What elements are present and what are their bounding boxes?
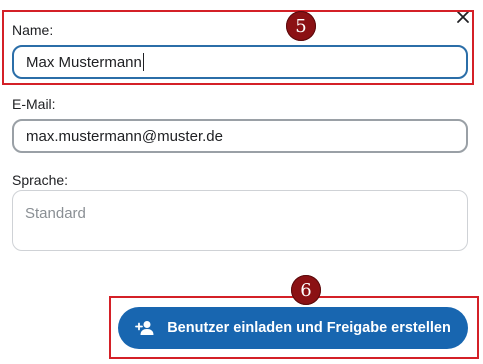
language-label: Sprache:: [12, 172, 69, 188]
email-field-value: max.mustermann@muster.de: [26, 127, 223, 145]
email-field[interactable]: max.mustermann@muster.de: [12, 119, 468, 153]
step-badge-6: 6: [291, 275, 321, 305]
highlight-box-name: [2, 10, 474, 85]
step-badge-5: 5: [286, 11, 316, 41]
language-placeholder: Standard: [25, 205, 86, 222]
highlight-box-submit: [109, 296, 479, 359]
language-field[interactable]: Standard: [12, 190, 468, 251]
email-label: E-Mail:: [12, 96, 56, 112]
